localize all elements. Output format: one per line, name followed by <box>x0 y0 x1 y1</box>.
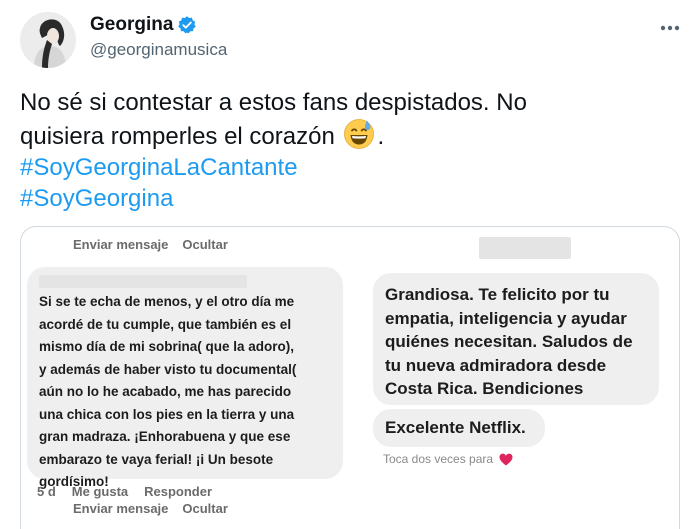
comment-line: gran madraza. ¡Enhorabuena y que ese <box>39 429 291 444</box>
blurred-username <box>479 237 571 259</box>
message-line: empatia, inteligencia y ayudar <box>385 308 627 328</box>
tweet-text-line: quisiera romperles el corazón . <box>20 118 680 152</box>
hide-link[interactable]: Ocultar <box>182 237 228 252</box>
author-display-name[interactable]: Georgina <box>90 14 173 36</box>
grinning-face-with-sweat-emoji <box>344 119 375 149</box>
comment-line: embarazo te vaya ferial! ¡i Un besote <box>39 451 274 467</box>
tweet-text-line: No sé si contestar a estos fans despista… <box>20 89 527 116</box>
comment-line: aún no lo he acabado, me has parecido <box>39 384 292 399</box>
comment-actions: 5 d Me gusta Responder <box>37 484 212 499</box>
heart-icon[interactable] <box>499 453 513 466</box>
hashtag-link[interactable]: #SoyGeorgina <box>20 183 680 214</box>
comment-line: Si se te echa de menos, y el otro día me <box>39 294 295 309</box>
tweet-text-end: . <box>377 123 385 150</box>
send-message-link[interactable]: Enviar mensaje <box>73 237 168 252</box>
double-tap-text: Toca dos veces para <box>383 452 494 466</box>
message-line: Grandiosa. Te felicito por tu <box>385 285 610 304</box>
tweet-media-image[interactable]: Enviar mensaje Ocultar Si se te echa de … <box>20 226 680 529</box>
blurred-username <box>39 275 247 288</box>
comment-bubble: Si se te echa de menos, y el otro día me… <box>27 267 343 489</box>
comment-actions-top: Enviar mensaje Ocultar <box>73 237 228 252</box>
message-bubble: Grandiosa. Te felicito por tu empatia, i… <box>373 273 659 405</box>
author-handle[interactable]: @georginamusica <box>90 40 227 60</box>
send-message-link[interactable]: Enviar mensaje <box>73 501 168 516</box>
comment-line: y además de haber visto tu documental( <box>39 361 297 377</box>
avatar[interactable] <box>20 12 76 68</box>
avatar-image <box>20 12 76 68</box>
comment-line: una chica con los pies en la tierra y un… <box>39 406 295 422</box>
comment-actions-bottom: Enviar mensaje Ocultar <box>73 501 228 516</box>
comment-line: acordé de tu cumple, que también es el <box>39 316 292 332</box>
tweet-text-fragment: quisiera romperles el corazón <box>20 123 335 150</box>
message-line: tu nueva admiradora desde <box>385 355 607 375</box>
message-text: Excelente Netflix. <box>385 418 526 437</box>
double-tap-hint: Toca dos veces para <box>383 452 513 466</box>
message-bubble: Excelente Netflix. <box>373 409 545 447</box>
hide-link[interactable]: Ocultar <box>182 501 228 516</box>
comment-line: mismo día de mi sobrina( que la adoro), <box>39 339 295 354</box>
message-line: quiénes necesitan. Saludos de <box>385 332 633 351</box>
like-link[interactable]: Me gusta <box>72 484 128 499</box>
comment-age: 5 d <box>37 484 56 499</box>
more-options-icon[interactable] <box>656 18 684 38</box>
tweet-header: Georgina @georginamusica <box>20 12 684 72</box>
message-line: Costa Rica. Bendiciones <box>385 379 584 398</box>
tweet-text: No sé si contestar a estos fans despista… <box>20 87 680 214</box>
verified-badge-icon <box>178 16 197 34</box>
reply-link[interactable]: Responder <box>144 484 212 499</box>
hashtag-link[interactable]: #SoyGeorginaLaCantante <box>20 152 680 183</box>
